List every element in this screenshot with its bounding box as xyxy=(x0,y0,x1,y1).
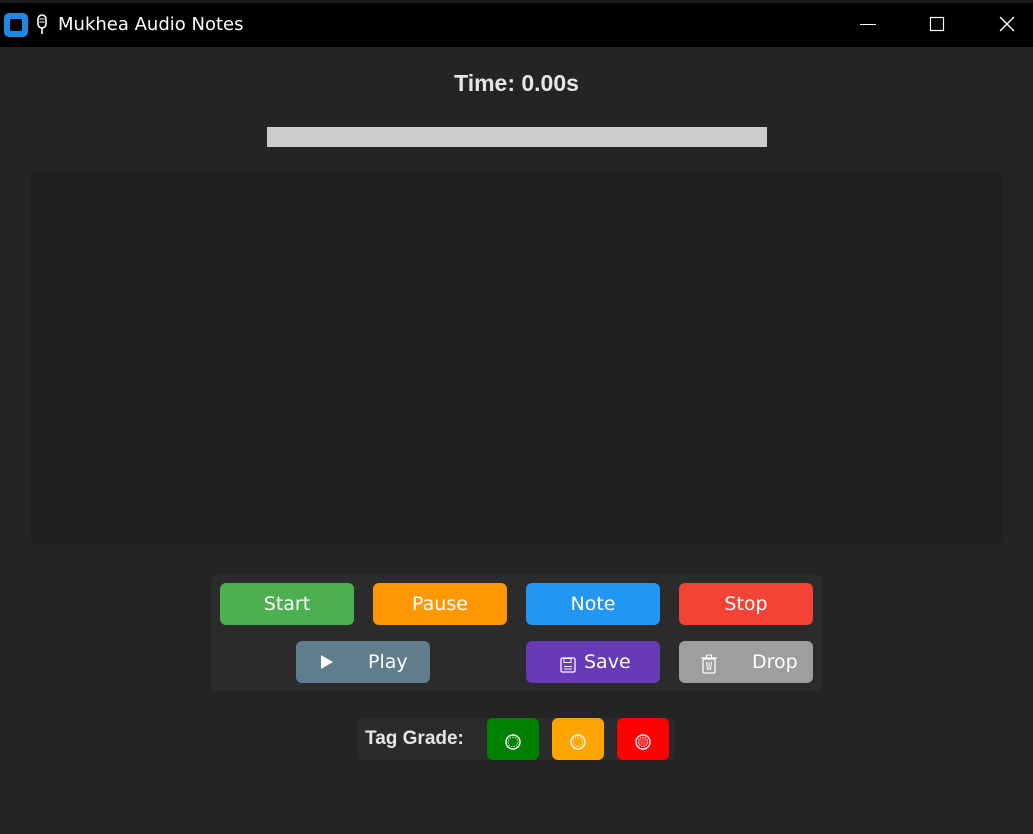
minimize-icon xyxy=(860,24,876,25)
tag-grade-label: Tag Grade: xyxy=(365,728,464,749)
progress-bar xyxy=(267,127,767,147)
microphone-icon xyxy=(37,14,47,34)
start-button[interactable]: Start xyxy=(220,583,354,625)
note-button[interactable]: Note xyxy=(526,583,660,625)
tag-red-button[interactable] xyxy=(617,718,669,760)
notes-textbox[interactable] xyxy=(30,171,1003,544)
circle-icon xyxy=(635,734,651,750)
trash-icon xyxy=(701,654,717,674)
drop-button-label: Drop xyxy=(752,651,798,673)
pause-button[interactable]: Pause xyxy=(373,583,507,625)
minimize-button[interactable] xyxy=(833,0,903,47)
close-icon xyxy=(999,16,1015,32)
play-button-label: Play xyxy=(368,651,408,673)
stop-button-label: Stop xyxy=(724,593,768,615)
save-button-label: Save xyxy=(584,651,631,673)
play-icon xyxy=(321,655,333,669)
floppy-disk-icon xyxy=(560,657,576,673)
close-button[interactable] xyxy=(972,0,1033,47)
play-button[interactable]: Play xyxy=(296,641,430,683)
circle-icon xyxy=(505,734,521,750)
window-title: Mukhea Audio Notes xyxy=(58,14,244,35)
pause-button-label: Pause xyxy=(412,593,468,615)
tag-orange-button[interactable] xyxy=(552,718,604,760)
title-bar: Mukhea Audio Notes xyxy=(0,0,1033,47)
stop-button[interactable]: Stop xyxy=(679,583,813,625)
maximize-button[interactable] xyxy=(902,0,972,47)
app-icon xyxy=(4,13,28,37)
start-button-label: Start xyxy=(263,593,311,615)
maximize-icon xyxy=(929,16,945,32)
drop-button[interactable]: Drop xyxy=(679,641,813,683)
save-button[interactable]: Save xyxy=(526,641,660,683)
time-label: Time: 0.00s xyxy=(454,70,579,96)
note-button-label: Note xyxy=(570,593,616,615)
tag-green-button[interactable] xyxy=(487,718,539,760)
circle-icon xyxy=(570,734,586,750)
